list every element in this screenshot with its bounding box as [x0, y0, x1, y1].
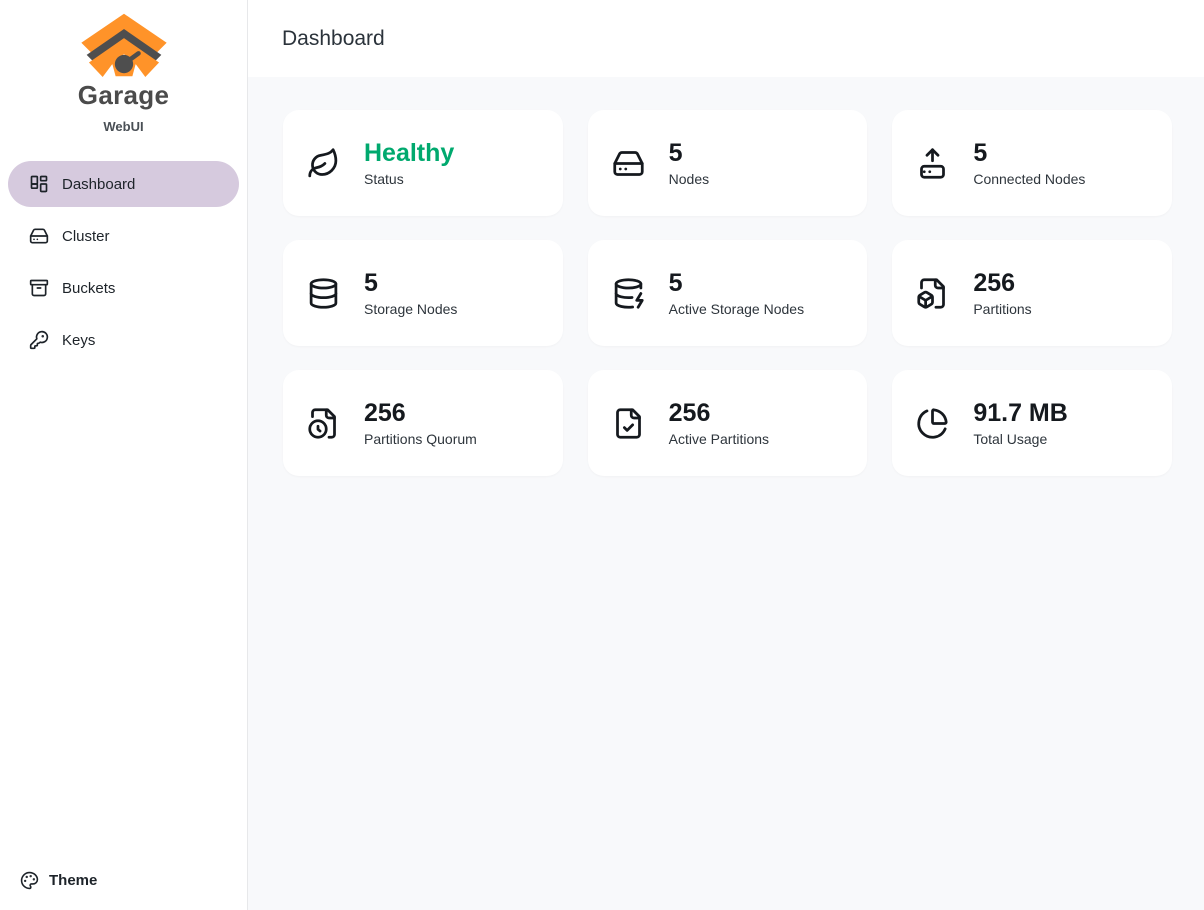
- sidebar: Garage WebUI Dashboard Cluster Buckets K…: [0, 0, 248, 910]
- stat-card-active-partitions: 256 Active Partitions: [588, 370, 868, 476]
- app-branding: Garage WebUI: [0, 0, 247, 134]
- garage-logo: [77, 13, 171, 77]
- app-name: Garage: [78, 80, 169, 111]
- sidebar-footer: Theme: [0, 871, 247, 910]
- card-value: 5: [669, 139, 709, 168]
- page-title: Dashboard: [282, 27, 385, 51]
- theme-button-label: Theme: [49, 872, 97, 889]
- stat-card-partitions: 256 Partitions: [892, 240, 1172, 346]
- card-label: Connected Nodes: [973, 171, 1085, 187]
- sidebar-nav: Dashboard Cluster Buckets Keys: [0, 161, 247, 363]
- card-label: Status: [364, 171, 454, 187]
- theme-button[interactable]: Theme: [20, 871, 227, 890]
- sidebar-item-cluster[interactable]: Cluster: [8, 213, 239, 259]
- card-value: 91.7 MB: [973, 399, 1067, 428]
- pie-chart-icon: [916, 407, 949, 440]
- card-label: Nodes: [669, 171, 709, 187]
- cards-grid: Healthy Status 5 Nodes 5 Connected Nodes: [248, 77, 1204, 910]
- card-text: 256 Partitions Quorum: [364, 399, 477, 447]
- card-value: 256: [364, 399, 477, 428]
- card-text: 5 Active Storage Nodes: [669, 269, 804, 317]
- card-label: Total Usage: [973, 431, 1067, 447]
- stat-card-status: Healthy Status: [283, 110, 563, 216]
- palette-icon: [20, 871, 39, 890]
- card-label: Storage Nodes: [364, 301, 457, 317]
- card-text: 5 Connected Nodes: [973, 139, 1085, 187]
- stat-card-connected-nodes: 5 Connected Nodes: [892, 110, 1172, 216]
- card-value: 5: [364, 269, 457, 298]
- card-label: Active Partitions: [669, 431, 769, 447]
- stat-card-nodes: 5 Nodes: [588, 110, 868, 216]
- sidebar-item-label: Keys: [62, 332, 95, 349]
- file-check-icon: [612, 407, 645, 440]
- card-label: Partitions: [973, 301, 1031, 317]
- card-value: 256: [973, 269, 1031, 298]
- sidebar-item-keys[interactable]: Keys: [8, 317, 239, 363]
- app-subtitle: WebUI: [103, 119, 143, 134]
- leaf-icon: [307, 147, 340, 180]
- hard-drive-icon: [612, 147, 645, 180]
- card-text: 256 Active Partitions: [669, 399, 769, 447]
- sidebar-item-dashboard[interactable]: Dashboard: [8, 161, 239, 207]
- stat-card-active-storage-nodes: 5 Active Storage Nodes: [588, 240, 868, 346]
- card-value: Healthy: [364, 139, 454, 168]
- database-zap-icon: [612, 277, 645, 310]
- card-text: 256 Partitions: [973, 269, 1031, 317]
- card-value: 5: [973, 139, 1085, 168]
- card-text: Healthy Status: [364, 139, 454, 187]
- stat-card-partitions-quorum: 256 Partitions Quorum: [283, 370, 563, 476]
- file-box-icon: [916, 277, 949, 310]
- page-header: Dashboard: [248, 0, 1204, 77]
- hard-drive-upload-icon: [916, 147, 949, 180]
- card-text: 5 Nodes: [669, 139, 709, 187]
- card-text: 91.7 MB Total Usage: [973, 399, 1067, 447]
- file-clock-icon: [307, 407, 340, 440]
- sidebar-item-label: Cluster: [62, 228, 110, 245]
- sidebar-item-label: Buckets: [62, 280, 115, 297]
- key-icon: [29, 330, 49, 350]
- sidebar-item-label: Dashboard: [62, 176, 135, 193]
- sidebar-item-buckets[interactable]: Buckets: [8, 265, 239, 311]
- card-label: Partitions Quorum: [364, 431, 477, 447]
- main-area: Dashboard Healthy Status 5 Nodes: [248, 0, 1204, 910]
- hard-drive-icon: [29, 226, 49, 246]
- archive-icon: [29, 278, 49, 298]
- database-icon: [307, 277, 340, 310]
- card-text: 5 Storage Nodes: [364, 269, 457, 317]
- card-value: 256: [669, 399, 769, 428]
- layout-dashboard-icon: [29, 174, 49, 194]
- stat-card-storage-nodes: 5 Storage Nodes: [283, 240, 563, 346]
- stat-card-total-usage: 91.7 MB Total Usage: [892, 370, 1172, 476]
- card-label: Active Storage Nodes: [669, 301, 804, 317]
- card-value: 5: [669, 269, 804, 298]
